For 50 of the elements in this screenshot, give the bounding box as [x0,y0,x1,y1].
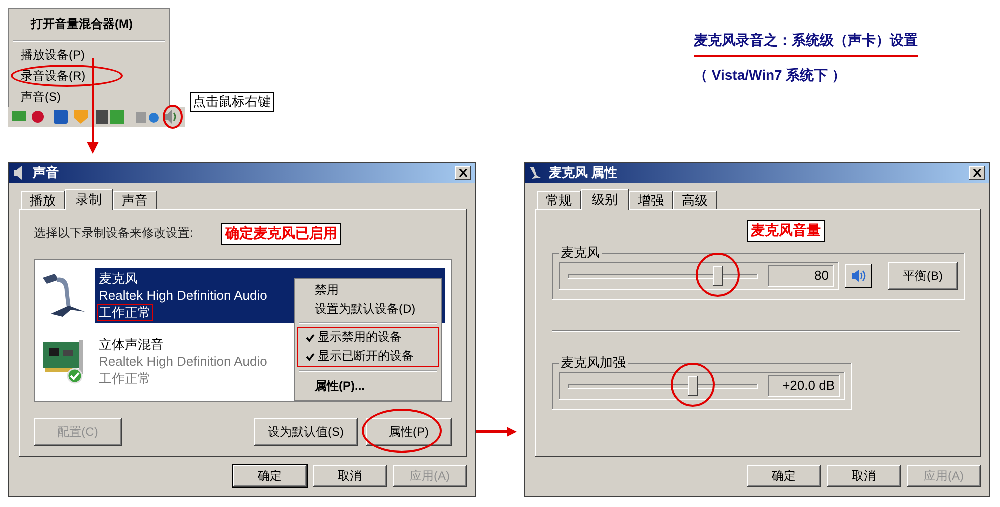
close-button[interactable] [969,166,985,180]
group-label: 麦克风加强 [560,354,627,372]
menu-item[interactable]: 声音(S) [9,86,135,108]
dialog-button[interactable]: 取消 [827,465,901,487]
tab[interactable]: 常规 [537,191,581,209]
device-item[interactable]: 立体声混音 Realtek High Definition Audio 工作正常 [95,334,276,390]
tab[interactable]: 级别 [581,189,629,210]
close-button[interactable] [455,166,471,180]
menu-item[interactable]: 显示禁用的设备 [298,328,438,348]
tab[interactable]: 播放 [21,191,65,209]
speaker-icon[interactable] [164,109,178,125]
instruction-text: 选择以下录制设备来修改设置: [34,225,194,242]
dialog-button[interactable]: 确定 [233,465,307,487]
annotation-circle [163,105,183,129]
tab[interactable]: 声音 [113,191,157,209]
dialog-button[interactable]: 设为默认值(S) [254,418,358,446]
heading-subtitle: （ Vista/Win7 系统下 ） [694,67,848,85]
heading-title: 麦克风录音之：系统级（声卡）设置 [694,32,918,57]
menu-label: 显示禁用的设备 [318,330,402,346]
hint-label: 点击鼠标右键 [190,92,274,112]
mute-button[interactable] [845,264,872,288]
group-label: 麦克风 [560,244,601,262]
dialog-button[interactable]: 属性(P) [366,418,452,446]
tab[interactable]: 高级 [673,191,717,209]
microphone-icon [529,166,543,180]
menu-item[interactable]: 录音设备(R) [11,65,123,87]
dialog-button[interactable]: 确定 [747,465,821,487]
microphone-icon [41,272,87,318]
speaker-icon [850,269,866,283]
dialog-button[interactable]: 取消 [313,465,387,487]
tab[interactable]: 增强 [629,191,673,209]
menu-item[interactable]: 设置为默认设备(D) [295,300,441,320]
window-title: 麦克风 属性 [549,164,619,182]
menu-item[interactable]: 显示已断开的设备 [298,347,438,366]
menu-item[interactable]: 禁用 [295,281,441,300]
menu-item[interactable]: 属性(P)... [295,375,441,398]
menu-item[interactable]: 打开音量混合器(M) [9,10,163,38]
tab[interactable]: 录制 [65,189,113,210]
slider-thumb[interactable] [712,266,723,286]
slider-thumb[interactable] [688,376,698,396]
callout-label: 麦克风音量 [747,220,825,242]
value-field: 80 [768,265,834,287]
window-title: 声音 [33,164,60,182]
menu-label: 显示已断开的设备 [318,349,414,364]
menu-item[interactable]: 播放设备(P) [9,44,135,66]
callout-label: 确定麦克风已启用 [221,222,342,245]
close-icon [972,169,982,177]
value-field: +20.0 dB [768,375,840,397]
balance-button[interactable]: 平衡(B) [888,262,958,290]
close-icon [458,169,468,177]
